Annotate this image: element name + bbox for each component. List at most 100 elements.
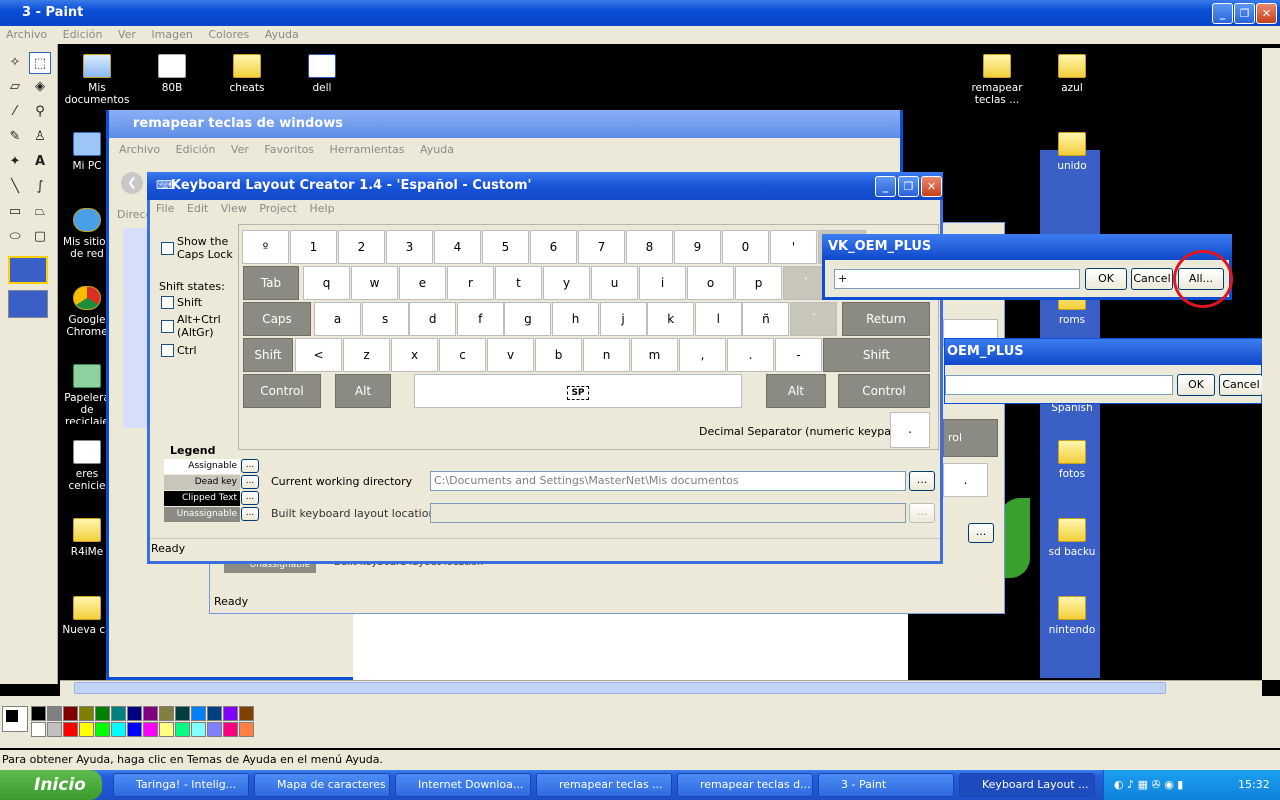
klc-menu-view[interactable]: View	[221, 202, 247, 215]
free-select-icon[interactable]: ✧	[4, 52, 26, 74]
key-r4-6[interactable]: b	[535, 338, 582, 372]
task-remapear-2[interactable]: remapear teclas d...	[677, 773, 813, 797]
key-r2-4[interactable]: r	[447, 266, 494, 300]
key-r1-3[interactable]: 3	[386, 230, 433, 264]
legend-unassignable-button[interactable]: ...	[241, 507, 259, 521]
task-idm[interactable]: Internet Downloa...	[395, 773, 531, 797]
back-icon[interactable]: ❮	[121, 172, 143, 194]
key-r4-10[interactable]: .	[727, 338, 774, 372]
desktop-icon-fotos[interactable]: fotos	[1037, 440, 1107, 480]
legend-assignable-button[interactable]: ...	[241, 459, 259, 473]
explorer-menu-archivo[interactable]: Archivo	[119, 143, 160, 156]
eraser-icon[interactable]: ▱	[4, 76, 26, 98]
palette-color[interactable]	[175, 722, 190, 737]
fill-bucket-icon[interactable]: ◈	[29, 76, 51, 98]
palette-color[interactable]	[95, 706, 110, 721]
menu-imagen[interactable]: Imagen	[151, 28, 192, 41]
shift-checkbox[interactable]	[161, 296, 174, 309]
key-r2-8[interactable]: i	[639, 266, 686, 300]
opaque-option-icon[interactable]	[8, 290, 48, 318]
key-r3-8[interactable]: k	[647, 302, 695, 336]
key-r2-2[interactable]: w	[351, 266, 398, 300]
desktop-icon-80b[interactable]: 80B	[137, 54, 207, 94]
key-r3-1[interactable]: a	[314, 302, 361, 336]
key-r2-10[interactable]: p	[735, 266, 782, 300]
palette-color[interactable]	[239, 706, 254, 721]
explorer-menu-ver[interactable]: Ver	[231, 143, 249, 156]
key-r1-0[interactable]: º	[242, 230, 289, 264]
vk-ok-button[interactable]: OK	[1085, 268, 1127, 290]
ellipse-icon[interactable]: ⬭	[4, 226, 26, 248]
key-r1-5[interactable]: 5	[482, 230, 529, 264]
key-r3-4[interactable]: f	[456, 302, 504, 336]
palette-color[interactable]	[223, 722, 238, 737]
key-r3-6[interactable]: h	[552, 302, 599, 336]
polygon-icon[interactable]: ⏢	[29, 201, 51, 223]
key-r3-3[interactable]: d	[409, 302, 457, 336]
key-r2-7[interactable]: u	[591, 266, 638, 300]
vk-value-input[interactable]: +	[834, 269, 1080, 289]
key-r2-5[interactable]: t	[495, 266, 542, 300]
key-r4-2[interactable]: z	[343, 338, 390, 372]
palette-color[interactable]	[159, 722, 174, 737]
close-button[interactable]: ✕	[1256, 3, 1277, 24]
key-shift-right[interactable]: Shift	[823, 338, 930, 372]
rect-select-icon[interactable]: ⬚	[29, 52, 51, 74]
key-shift-left[interactable]: Shift	[243, 338, 293, 372]
palette-color[interactable]	[111, 706, 126, 721]
key-r4-7[interactable]: n	[583, 338, 630, 372]
task-taringa[interactable]: Taringa! - Intelig...	[113, 773, 249, 797]
key-r3-9[interactable]: l	[694, 302, 742, 336]
desktop-icon-chrome[interactable]: Google Chrome	[62, 286, 112, 346]
legend-dead-key-button[interactable]: ...	[241, 475, 259, 489]
explorer-menu-ayuda[interactable]: Ayuda	[420, 143, 454, 156]
rounded-rect-icon[interactable]: ▢	[29, 226, 51, 248]
key-r2-6[interactable]: y	[543, 266, 590, 300]
menu-edicion[interactable]: Edición	[63, 28, 103, 41]
palette-color[interactable]	[95, 722, 110, 737]
desktop-icon-mis-documentos[interactable]: Mis documentos	[62, 54, 132, 106]
key-r3-2[interactable]: s	[361, 302, 409, 336]
palette-color[interactable]	[127, 706, 142, 721]
menu-ayuda[interactable]: Ayuda	[265, 28, 299, 41]
explorer-menu-favoritos[interactable]: Favoritos	[264, 143, 314, 156]
cwd-browse-button[interactable]: ...	[909, 471, 935, 491]
palette-color[interactable]	[207, 722, 222, 737]
key-r3-5[interactable]: g	[504, 302, 552, 336]
task-klc[interactable]: Keyboard Layout ...	[959, 773, 1095, 797]
palette-color[interactable]	[63, 722, 78, 737]
key-control-right[interactable]: Control	[838, 374, 930, 408]
foreground-color[interactable]	[6, 710, 18, 722]
menu-ver[interactable]: Ver	[118, 28, 136, 41]
airbrush-icon[interactable]: ✦	[4, 151, 26, 173]
palette-color[interactable]	[207, 706, 222, 721]
magnifier-icon[interactable]: ⚲	[29, 101, 51, 123]
key-r4-4[interactable]: c	[439, 338, 486, 372]
klc-menu-edit[interactable]: Edit	[187, 202, 208, 215]
start-button[interactable]: Inicio	[0, 770, 102, 800]
key-r3-7[interactable]: j	[599, 302, 647, 336]
desktop-icon-azul[interactable]: azul	[1037, 54, 1107, 94]
cwd-field[interactable]: C:\Documents and Settings\MasterNet\Mis …	[430, 471, 906, 491]
desktop-icon-dell[interactable]: dell	[287, 54, 357, 94]
key-decimal[interactable]: .	[890, 412, 930, 448]
palette-color[interactable]	[175, 706, 190, 721]
key-r4-11[interactable]: -	[775, 338, 822, 372]
key-r3-11[interactable]: ´	[790, 302, 837, 336]
palette-color[interactable]	[79, 706, 94, 721]
horizontal-scrollbar[interactable]	[60, 680, 1262, 696]
key-r1-6[interactable]: 6	[530, 230, 577, 264]
desktop-icon-cheats[interactable]: cheats	[212, 54, 282, 94]
palette-color[interactable]	[111, 722, 126, 737]
desktop-icon-sd-backu[interactable]: sd backu	[1037, 518, 1107, 558]
desktop-icon-mi-pc[interactable]: Mi PC	[62, 132, 112, 172]
show-caps-checkbox[interactable]	[161, 242, 174, 255]
klc-menu-help[interactable]: Help	[309, 202, 334, 215]
altgr-checkbox[interactable]	[161, 320, 174, 333]
palette-color[interactable]	[31, 722, 46, 737]
curve-icon[interactable]: ∫	[29, 176, 51, 198]
palette-color[interactable]	[191, 706, 206, 721]
rectangle-icon[interactable]: ▭	[4, 201, 26, 223]
minimize-button[interactable]: _	[1212, 3, 1233, 24]
palette-color[interactable]	[127, 722, 142, 737]
